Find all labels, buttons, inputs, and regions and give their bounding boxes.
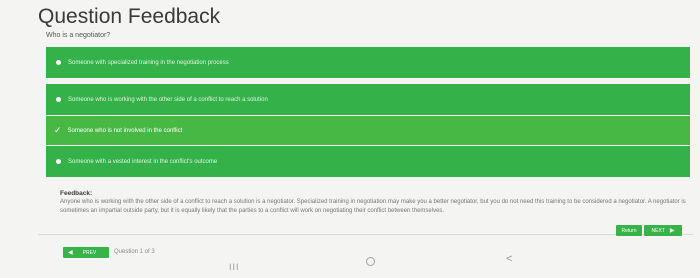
answer-option-4[interactable]: Someone with a vested interest in the co… — [46, 146, 690, 177]
bullet-icon — [56, 159, 61, 164]
bullet-icon — [56, 60, 61, 65]
answer-option-2[interactable]: Someone who is working with the other si… — [46, 84, 690, 115]
answer-option-3[interactable]: ✓ Someone who is not involved in the con… — [46, 116, 690, 145]
home-icon[interactable] — [366, 257, 375, 266]
answer-label: Someone who is working with the other si… — [68, 96, 268, 103]
answer-label: Someone who is not involved in the confl… — [67, 127, 183, 134]
question-text: Who is a negotiator? — [46, 32, 111, 39]
arrow-left-icon: ◀ — [68, 250, 73, 256]
divider — [38, 234, 693, 235]
checkmark-icon: ✓ — [54, 125, 62, 136]
answer-option-1[interactable]: Someone with specialized training in the… — [46, 47, 690, 78]
feedback-label: Feedback: — [60, 190, 93, 197]
next-button-label: NEXT — [651, 227, 665, 234]
answer-label: Someone with specialized training in the… — [68, 59, 229, 66]
page-title: Question Feedback — [38, 5, 221, 28]
bullet-icon — [56, 97, 61, 102]
answer-label: Someone with a vested interest in the co… — [68, 158, 218, 165]
arrow-right-icon: ▶ — [669, 228, 675, 234]
return-button-label: Return — [621, 227, 637, 234]
question-counter: Question 1 of 3 — [114, 249, 155, 255]
recent-apps-icon[interactable]: III — [229, 262, 240, 278]
return-button[interactable]: Return — [616, 225, 642, 236]
prev-button-label: PREV — [82, 249, 97, 256]
feedback-text: Anyone who is working with the other sid… — [60, 199, 686, 214]
next-button[interactable]: NEXT ▶ — [644, 225, 682, 236]
prev-button[interactable]: ◀ PREV — [63, 247, 109, 258]
back-icon[interactable]: < — [506, 253, 512, 269]
